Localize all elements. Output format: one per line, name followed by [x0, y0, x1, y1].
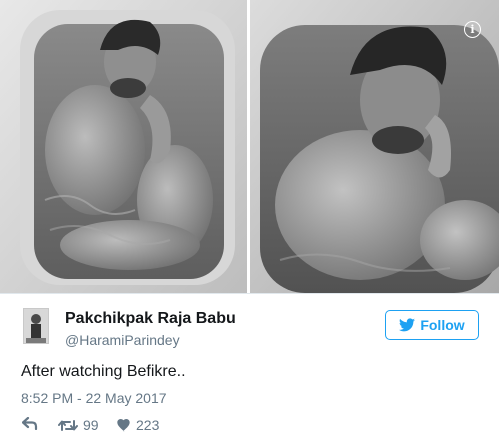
reply-icon [22, 417, 38, 430]
tweet-media[interactable]: i [0, 0, 499, 293]
avatar[interactable] [23, 308, 49, 344]
retweet-count: 99 [83, 417, 99, 433]
avatar-image [24, 309, 48, 343]
reply-button[interactable] [22, 417, 38, 430]
like-button[interactable]: 223 [116, 417, 159, 433]
screen-name[interactable]: @HaramiParindey [65, 332, 180, 348]
like-count: 223 [136, 417, 160, 433]
follow-label: Follow [420, 317, 465, 333]
follow-button[interactable]: Follow [385, 310, 479, 340]
retweet-button[interactable]: 99 [58, 417, 99, 433]
photo-left-image [0, 0, 247, 293]
embedded-tweet-card: i Pakchikpak Raja Babu @HaramiParindey F… [0, 0, 499, 443]
twitter-bird-icon [399, 318, 416, 332]
photo-right[interactable]: i [250, 0, 499, 293]
tweet-body: Pakchikpak Raja Babu @HaramiParindey Fol… [0, 293, 499, 443]
photo-left[interactable] [0, 0, 247, 293]
photo-right-image [250, 0, 499, 293]
retweet-icon [58, 419, 78, 431]
info-icon[interactable]: i [464, 21, 481, 38]
timestamp[interactable]: 8:52 PM - 22 May 2017 [21, 390, 167, 406]
display-name[interactable]: Pakchikpak Raja Babu [65, 310, 236, 328]
heart-icon [117, 418, 130, 432]
tweet-text: After watching Befikre.. [21, 363, 186, 380]
